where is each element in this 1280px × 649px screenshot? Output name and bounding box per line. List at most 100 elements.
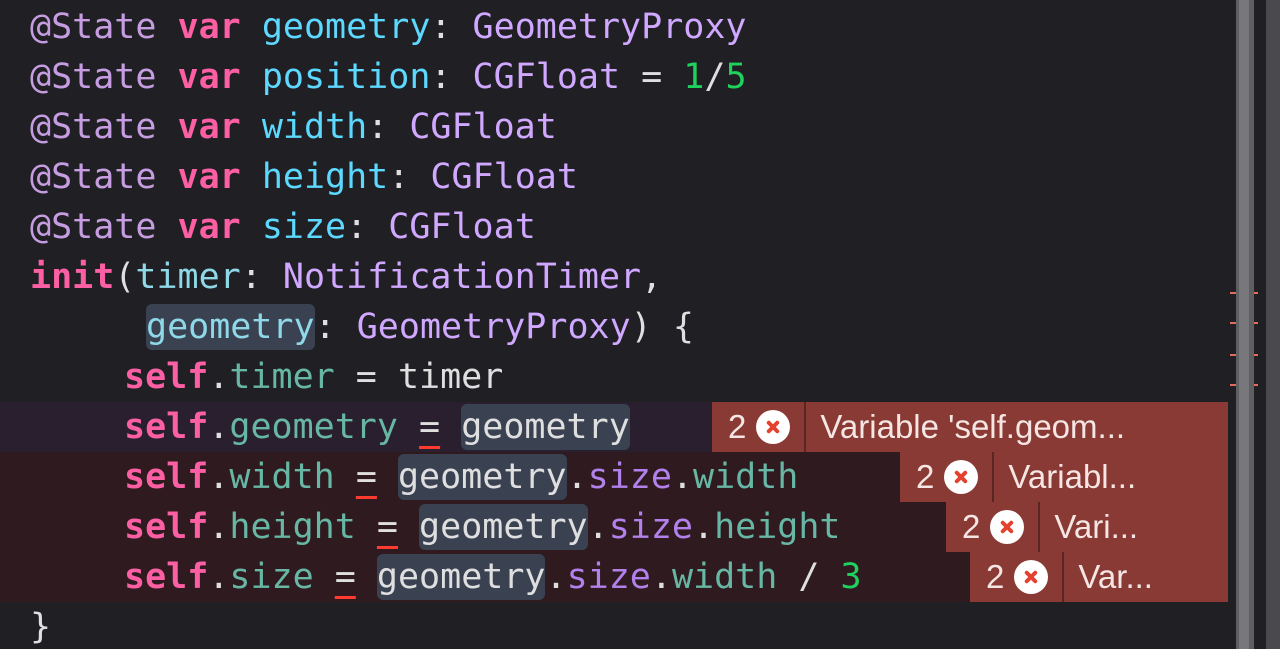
error-count: 2: [986, 558, 1005, 595]
code-line-assign-geometry[interactable]: self.geometry = geometry 2 Variable 'self.…: [0, 402, 1228, 452]
code-line-assign-width[interactable]: self.width = geometry.size.width 2 Variabl…: [0, 452, 1228, 502]
code-token: size: [587, 457, 672, 497]
error-count: 2: [962, 508, 981, 545]
error-squiggle-token: =: [355, 457, 377, 497]
code-token: var: [177, 57, 241, 97]
code-token: ) {: [630, 307, 694, 347]
error-badge[interactable]: 2 Variable 'self.geom...: [712, 402, 1228, 452]
code-token: ,: [641, 257, 663, 297]
error-message: Vari...: [1054, 508, 1139, 545]
code-line-closing-brace[interactable]: }: [0, 602, 1228, 649]
code-text: self.height = geometry.size.height: [124, 502, 841, 552]
code-token: var: [177, 207, 241, 247]
code-token: timer: [229, 357, 335, 397]
error-badge[interactable]: 2 Vari...: [946, 502, 1228, 552]
code-line-assign-height[interactable]: self.height = geometry.size.height 2 Vari.…: [0, 502, 1228, 552]
code-token: height: [261, 157, 389, 197]
code-token: .: [650, 557, 672, 597]
code-token: width: [693, 457, 799, 497]
code-token: self: [124, 357, 209, 397]
code-token: width: [671, 557, 778, 597]
code-text: @State var geometry: GeometryProxy: [30, 2, 746, 52]
code-token: .: [566, 457, 588, 497]
code-token: .: [208, 357, 230, 397]
error-icon: [944, 460, 979, 494]
code-token: height: [714, 507, 841, 547]
code-token: self: [124, 557, 209, 597]
code-line-state-position[interactable]: @State var position: CGFloat = 1/5: [0, 52, 1228, 102]
code-token: var: [177, 107, 241, 147]
code-token: GeometryProxy: [356, 307, 631, 347]
code-token: CGFloat: [430, 157, 578, 197]
code-token: width: [229, 457, 335, 497]
code-line-init-signature[interactable]: init(timer: NotificationTimer,: [0, 252, 1228, 302]
error-count: 2: [916, 458, 935, 495]
error-icon: [1014, 560, 1049, 594]
code-token: CGFloat: [472, 57, 621, 97]
error-message: Variable 'self.geom...: [820, 408, 1126, 445]
code-token: 5: [725, 57, 747, 97]
highlighted-token: geometry: [419, 504, 588, 550]
code-token: :: [367, 107, 410, 147]
code-token: .: [545, 557, 567, 597]
highlighted-token: geometry: [397, 454, 567, 500]
code-text: geometry: GeometryProxy) {: [146, 302, 694, 352]
code-token: :: [346, 207, 389, 247]
code-token: var: [177, 157, 241, 197]
code-line-state-width[interactable]: @State var width: CGFloat: [0, 102, 1228, 152]
code-token: height: [229, 507, 356, 547]
vertical-scrollbar[interactable]: [1236, 0, 1254, 649]
error-badge[interactable]: 2 Variabl...: [900, 452, 1228, 502]
error-icon: [756, 410, 791, 444]
highlighted-token: geometry: [146, 304, 315, 350]
code-token: geometry: [261, 7, 431, 47]
code-line-state-size[interactable]: @State var size: CGFloat: [0, 202, 1228, 252]
code-token: :: [240, 257, 283, 297]
error-message: Variabl...: [1008, 458, 1137, 495]
code-token: =: [334, 357, 398, 397]
error-squiggle-token: =: [376, 507, 398, 547]
code-token: self: [124, 507, 209, 547]
code-line-init-geometry-param[interactable]: geometry: GeometryProxy) {: [0, 302, 1228, 352]
code-text: @State var width: CGFloat: [30, 102, 557, 152]
code-token: .: [208, 407, 230, 447]
code-token: var: [177, 7, 241, 47]
code-text: self.width = geometry.size.width: [124, 452, 798, 502]
code-token: .: [208, 507, 230, 547]
highlighted-token: geometry: [376, 554, 546, 600]
code-line-assign-timer[interactable]: self.timer = timer: [0, 352, 1228, 402]
code-token: 3: [840, 557, 862, 597]
code-token: /: [704, 57, 726, 97]
code-text: self.timer = timer: [124, 352, 503, 402]
error-icon: [990, 510, 1025, 544]
code-token: width: [261, 107, 368, 147]
code-token: }: [30, 607, 52, 647]
code-token: @State: [30, 57, 157, 97]
code-token: position: [261, 57, 431, 97]
code-line-assign-size[interactable]: self.size = geometry.size.width / 3 2 Var.…: [0, 552, 1228, 602]
error-squiggle-token: =: [334, 557, 356, 597]
error-badge[interactable]: 2 Var...: [970, 552, 1228, 602]
code-token: NotificationTimer: [282, 257, 642, 297]
code-line-state-height[interactable]: @State var height: CGFloat: [0, 152, 1228, 202]
code-token: timer: [135, 257, 241, 297]
error-squiggle-token: =: [419, 407, 441, 447]
code-text: self.size = geometry.size.width / 3: [124, 552, 862, 602]
code-line-state-geometry[interactable]: @State var geometry: GeometryProxy: [0, 2, 1228, 52]
code-text: init(timer: NotificationTimer,: [30, 252, 662, 302]
code-token: self: [124, 407, 209, 447]
code-text: @State var size: CGFloat: [30, 202, 536, 252]
code-token: @State: [30, 207, 157, 247]
code-text: @State var height: CGFloat: [30, 152, 578, 202]
code-editor[interactable]: @State var geometry: GeometryProxy @State…: [0, 0, 1228, 649]
